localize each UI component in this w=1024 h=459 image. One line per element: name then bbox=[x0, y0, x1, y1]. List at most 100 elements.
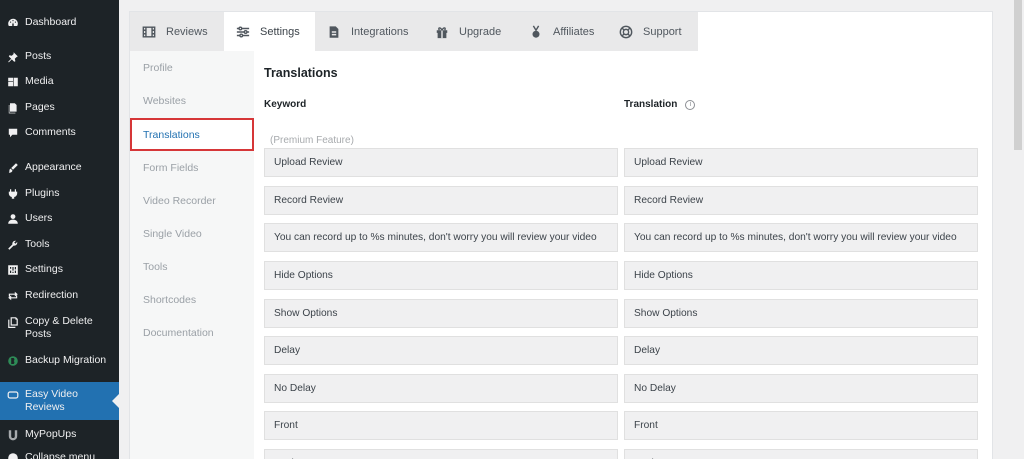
collapse-icon bbox=[6, 451, 19, 459]
keyword-input[interactable]: Delay bbox=[264, 336, 618, 365]
translation-input[interactable]: Delay bbox=[624, 336, 978, 365]
keyword-input[interactable]: Show Options bbox=[264, 299, 618, 328]
tab-settings[interactable]: Settings bbox=[224, 12, 315, 51]
translation-input[interactable]: Back bbox=[624, 449, 978, 459]
page-scrollbar[interactable] bbox=[1012, 0, 1024, 459]
sidebar-item-label: Copy & Delete Posts bbox=[25, 315, 93, 340]
tab-support[interactable]: Support bbox=[607, 12, 698, 51]
subnav-item-tools[interactable]: Tools bbox=[130, 250, 254, 283]
sidebar-item-label: Collapse menu bbox=[25, 451, 96, 459]
sidebar-item-label: Redirection bbox=[25, 289, 79, 301]
dashboard-icon bbox=[6, 16, 19, 29]
sidebar-item-settings[interactable]: Settings bbox=[0, 263, 119, 276]
translation-input[interactable]: Front bbox=[624, 411, 978, 440]
translation-column-header: Translation i bbox=[624, 99, 696, 110]
tab-integrations[interactable]: Integrations bbox=[315, 12, 423, 51]
sidebar-item-label: Comments bbox=[25, 126, 76, 138]
translation-input[interactable]: Hide Options bbox=[624, 261, 978, 290]
backup-icon bbox=[6, 354, 19, 367]
settings-subnav: Profile Websites Translations Form Field… bbox=[130, 51, 254, 459]
keyword-header-label: Keyword bbox=[264, 99, 307, 110]
video-icon bbox=[6, 388, 19, 401]
sidebar-item-comments[interactable]: Comments bbox=[0, 126, 119, 139]
subnav-item-shortcodes[interactable]: Shortcodes bbox=[130, 283, 254, 316]
info-icon[interactable]: i bbox=[685, 99, 696, 110]
scrollbar-thumb[interactable] bbox=[1014, 0, 1022, 150]
tab-affiliates[interactable]: Affiliates bbox=[517, 12, 607, 51]
translations-content: Translations Keyword Translation i (Prem… bbox=[264, 51, 984, 459]
translation-input[interactable]: Record Review bbox=[624, 186, 978, 215]
sidebar-item-label: Media bbox=[25, 75, 54, 87]
sidebar-item-users[interactable]: Users bbox=[0, 212, 119, 225]
tab-label: Integrations bbox=[351, 25, 409, 38]
sidebar-item-copy-delete-posts[interactable]: Copy & Delete Posts bbox=[0, 315, 119, 341]
subnav-item-video-recorder[interactable]: Video Recorder bbox=[130, 184, 254, 217]
tab-reviews[interactable]: Reviews bbox=[130, 12, 224, 51]
tab-label: Upgrade bbox=[459, 25, 502, 38]
subnav-item-single-video[interactable]: Single Video bbox=[130, 217, 254, 250]
brush-icon bbox=[6, 161, 19, 174]
sidebar-item-label: Users bbox=[25, 212, 53, 224]
tab-label: Affiliates bbox=[553, 25, 595, 38]
pages-icon bbox=[6, 101, 19, 114]
sidebar-item-label: Posts bbox=[25, 50, 52, 62]
copy-icon bbox=[6, 315, 19, 328]
sidebar-item-label: Settings bbox=[25, 263, 63, 275]
sidebar-item-collapse-menu[interactable]: Collapse menu bbox=[0, 451, 119, 459]
sidebar-item-redirection[interactable]: Redirection bbox=[0, 289, 119, 302]
sidebar-item-mypopups[interactable]: MyPopUps bbox=[0, 428, 119, 441]
keyword-input[interactable]: Front bbox=[264, 411, 618, 440]
sidebar-item-tools[interactable]: Tools bbox=[0, 238, 119, 251]
translation-input[interactable]: Show Options bbox=[624, 299, 978, 328]
subnav-item-documentation[interactable]: Documentation bbox=[130, 316, 254, 349]
plugin-icon bbox=[6, 187, 19, 200]
premium-feature-note: (Premium Feature) bbox=[270, 135, 354, 146]
keyword-input[interactable]: Hide Options bbox=[264, 261, 618, 290]
sidebar-item-pages[interactable]: Pages bbox=[0, 101, 119, 114]
sidebar-item-backup-migration[interactable]: Backup Migration bbox=[0, 354, 119, 367]
translation-input[interactable]: No Delay bbox=[624, 374, 978, 403]
user-icon bbox=[6, 212, 19, 225]
admin-sidebar: Dashboard Posts Media Pages Comments App… bbox=[0, 0, 119, 459]
tab-upgrade[interactable]: Upgrade bbox=[423, 12, 517, 51]
keyword-input[interactable]: Upload Review bbox=[264, 148, 618, 177]
sidebar-item-label: Plugins bbox=[25, 187, 60, 199]
wrench-icon bbox=[6, 238, 19, 251]
sidebar-item-label: Tools bbox=[25, 238, 50, 250]
sliders-icon bbox=[236, 25, 250, 39]
keyword-input[interactable]: Back bbox=[264, 449, 618, 459]
subnav-item-profile[interactable]: Profile bbox=[130, 51, 254, 84]
subnav-item-form-fields[interactable]: Form Fields bbox=[130, 151, 254, 184]
sidebar-item-label: MyPopUps bbox=[25, 428, 77, 440]
sidebar-item-plugins[interactable]: Plugins bbox=[0, 187, 119, 200]
settings-icon bbox=[6, 263, 19, 276]
sidebar-item-label: Easy Video Reviews bbox=[25, 388, 78, 413]
pin-icon bbox=[6, 50, 19, 63]
subnav-item-translations[interactable]: Translations bbox=[130, 118, 254, 151]
sidebar-item-label: Backup Migration bbox=[25, 354, 107, 366]
keyword-input[interactable]: Record Review bbox=[264, 186, 618, 215]
sidebar-item-dashboard[interactable]: Dashboard bbox=[0, 16, 119, 29]
film-icon bbox=[142, 25, 156, 39]
media-icon bbox=[6, 75, 19, 88]
translation-header-label: Translation bbox=[624, 99, 678, 110]
sidebar-item-label: Appearance bbox=[25, 161, 82, 173]
sidebar-item-posts[interactable]: Posts bbox=[0, 50, 119, 63]
sidebar-item-media[interactable]: Media bbox=[0, 75, 119, 88]
translation-input[interactable]: Upload Review bbox=[624, 148, 978, 177]
keyword-input[interactable]: No Delay bbox=[264, 374, 618, 403]
sidebar-item-label: Pages bbox=[25, 101, 55, 113]
keyword-input[interactable]: You can record up to %s minutes, don't w… bbox=[264, 223, 618, 252]
sidebar-item-easy-video-reviews[interactable]: Easy Video Reviews bbox=[0, 382, 119, 420]
redirect-icon bbox=[6, 289, 19, 302]
subnav-item-websites[interactable]: Websites bbox=[130, 84, 254, 117]
lifebuoy-icon bbox=[619, 25, 633, 39]
sidebar-item-appearance[interactable]: Appearance bbox=[0, 161, 119, 174]
page-title: Translations bbox=[264, 66, 338, 80]
comment-icon bbox=[6, 126, 19, 139]
tab-label: Settings bbox=[260, 25, 300, 38]
translation-input[interactable]: You can record up to %s minutes, don't w… bbox=[624, 223, 978, 252]
sidebar-item-label: Dashboard bbox=[25, 16, 77, 28]
popup-icon bbox=[6, 428, 19, 441]
tab-bar: Reviews Settings Integrations Upgrade Af… bbox=[130, 12, 698, 51]
